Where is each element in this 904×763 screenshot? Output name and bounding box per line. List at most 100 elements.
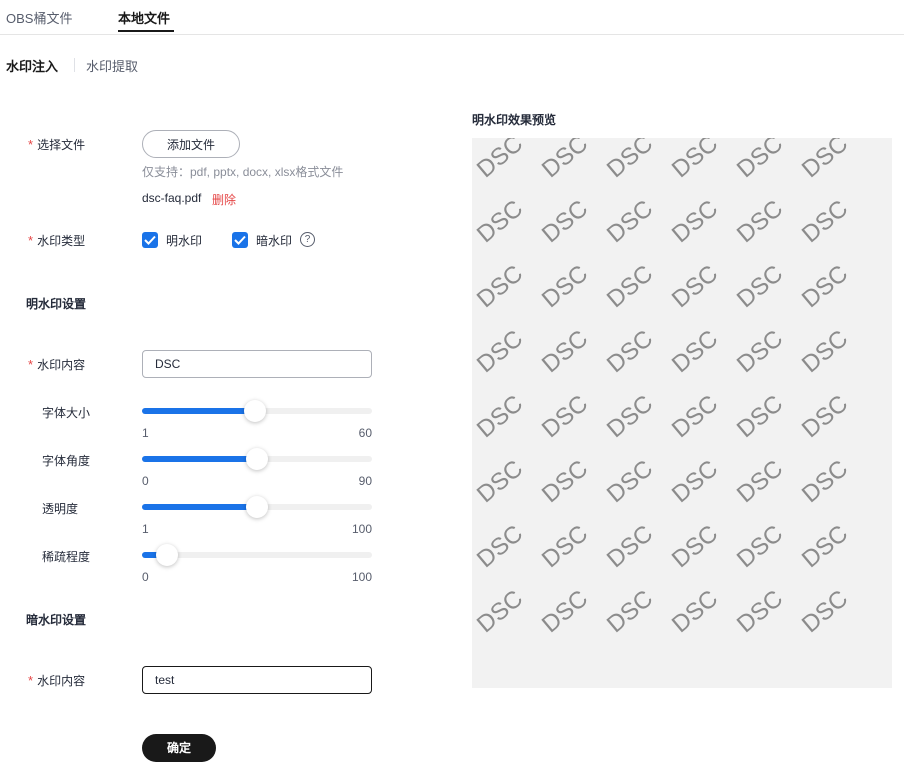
watermark-text: DSC [536,584,594,639]
watermark-text: DSC [536,138,594,184]
watermark-text: DSC [731,454,789,509]
watermark-text: DSC [536,324,594,379]
watermark-text: DSC [731,584,789,639]
slider-thumb[interactable] [156,544,179,566]
watermark-text: DSC [472,324,529,379]
selected-file-name: dsc-faq.pdf [142,191,202,205]
watermark-text: DSC [796,194,854,249]
watermark-text: DSC [536,454,594,509]
slider-fill [142,456,257,462]
invisible-content-label: * 水印内容 [28,673,86,688]
watermark-text: DSC [601,584,659,639]
watermark-text: DSC [601,519,659,574]
visible-watermark-section-title: 明水印设置 [26,297,87,311]
watermark-text: DSC [731,259,789,314]
watermark-text: DSC [731,194,789,249]
subtab-divider [74,58,75,72]
check-icon [144,235,156,245]
watermark-text: DSC [472,389,529,444]
watermark-text: DSC [731,519,789,574]
watermark-text: DSC [666,138,724,184]
delete-file-link[interactable]: 删除 [212,191,236,208]
subtab-watermark-extract[interactable]: 水印提取 [86,56,138,75]
active-tab-indicator [118,30,174,32]
font-angle-slider[interactable] [142,448,372,470]
watermark-text: DSC [601,389,659,444]
watermark-text: DSC [472,259,529,314]
slider-max: 60 [358,426,372,440]
watermark-text: DSC [666,519,724,574]
slider-max: 100 [351,570,372,584]
invisible-watermark-label[interactable]: 暗水印 [256,232,292,249]
watermark-text: DSC [731,324,789,379]
slider-min: 0 [142,570,149,584]
watermark-type-label: * 水印类型 [28,233,86,248]
watermark-preview: DSC DSC DSC DSC DSC DSC DSC DSC DSC DSC DSC DSC DSC D… [472,138,892,688]
watermark-text: DSC [536,194,594,249]
watermark-text: DSC [601,324,659,379]
slider-fill [142,408,255,414]
confirm-button[interactable]: 确定 [142,734,216,762]
visible-content-label: * 水印内容 [28,357,86,372]
watermark-text: DSC [666,324,724,379]
visible-watermark-checkbox[interactable] [142,232,158,248]
slider-label-density: 稀疏程度 [42,550,91,564]
top-tabs: OBS桶文件 本地文件 [0,0,904,35]
watermark-text: DSC [666,584,724,639]
check-icon [234,235,246,245]
watermark-text: DSC [666,194,724,249]
add-file-button[interactable]: 添加文件 [142,130,240,158]
opacity-slider[interactable] [142,496,372,518]
watermark-text: DSC [472,454,529,509]
slider-min: 1 [142,522,149,536]
watermark-text: DSC [472,584,529,639]
slider-fill [142,504,257,510]
slider-max: 90 [358,474,372,488]
tab-local-files[interactable]: 本地文件 [118,8,170,27]
preview-title: 明水印效果预览 [472,113,557,127]
watermark-text: DSC [796,519,854,574]
watermark-text: DSC [601,454,659,509]
watermark-text: DSC [666,454,724,509]
watermark-text: DSC [796,454,854,509]
watermark-text: DSC [601,259,659,314]
watermark-text: DSC [796,584,854,639]
watermark-text: DSC [601,194,659,249]
watermark-text: DSC [472,519,529,574]
invisible-watermark-section-title: 暗水印设置 [26,613,87,627]
watermark-text: DSC [796,138,854,184]
subtab-watermark-inject[interactable]: 水印注入 [6,56,58,75]
watermark-text: DSC [536,519,594,574]
watermark-text: DSC [796,259,854,314]
watermark-text: DSC [731,389,789,444]
question-circle-icon[interactable]: ? [300,232,315,247]
invisible-watermark-checkbox[interactable] [232,232,248,248]
slider-min: 1 [142,426,149,440]
watermark-text: DSC [666,259,724,314]
watermark-text: DSC [472,138,529,184]
supported-formats-hint: 仅支持：pdf, pptx, docx, xlsx格式文件 [142,165,344,179]
watermark-text: DSC [666,389,724,444]
slider-min: 0 [142,474,149,488]
font-size-slider[interactable] [142,400,372,422]
watermark-text: DSC [536,389,594,444]
invisible-content-input[interactable]: test [142,666,372,694]
watermark-text: DSC [731,138,789,184]
slider-thumb[interactable] [246,448,268,470]
slider-label-font-size: 字体大小 [42,406,91,420]
slider-label-font-angle: 字体角度 [42,454,91,468]
slider-thumb[interactable] [246,496,268,518]
watermark-text: DSC [601,138,659,184]
tab-obs-files[interactable]: OBS桶文件 [6,8,72,27]
slider-thumb[interactable] [243,400,266,422]
visible-watermark-label[interactable]: 明水印 [166,232,202,249]
slider-max: 100 [351,522,372,536]
watermark-text: DSC [796,389,854,444]
watermark-text: DSC [536,259,594,314]
select-file-label: * 选择文件 [28,137,86,152]
visible-content-input[interactable]: DSC [142,350,372,378]
watermark-text: DSC [796,324,854,379]
slider-label-opacity: 透明度 [42,502,79,516]
watermark-text: DSC [472,194,529,249]
density-slider[interactable] [142,544,372,566]
